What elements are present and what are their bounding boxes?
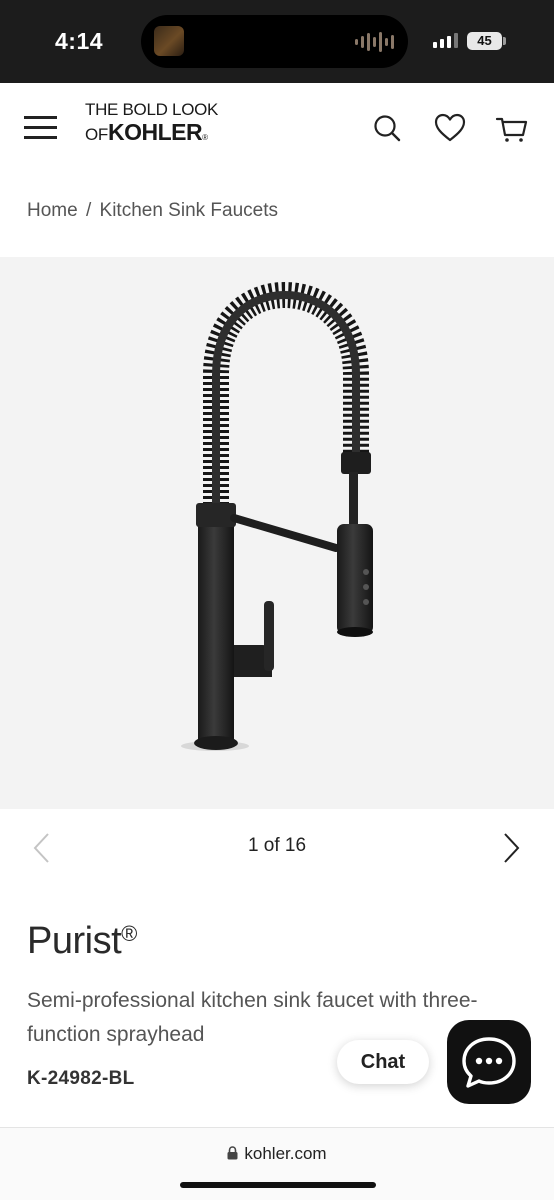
menu-icon[interactable] (24, 114, 57, 140)
home-indicator[interactable] (180, 1182, 376, 1188)
status-time: 4:14 (55, 28, 104, 54)
breadcrumb-home[interactable]: Home (27, 200, 78, 221)
heart-icon[interactable] (433, 111, 467, 145)
cellular-signal-icon (433, 33, 458, 48)
chat-bubble-icon (462, 1037, 516, 1088)
url-text: kohler.com (244, 1144, 327, 1163)
image-counter: 1 of 16 (247, 835, 307, 856)
search-icon[interactable] (370, 111, 404, 145)
breadcrumb-kitchen-sink-faucets[interactable]: Kitchen Sink Faucets (100, 200, 278, 221)
breadcrumb-separator: / (85, 200, 92, 221)
site-header: THE BOLD LOOK OFKOHLER® (0, 83, 554, 173)
logo-wordmark: OFKOHLER® (85, 120, 218, 150)
logo-registered: ® (202, 133, 209, 142)
battery-tip (503, 37, 506, 45)
breadcrumb: Home / Kitchen Sink Faucets (27, 200, 278, 222)
gallery-navigation: 1 of 16 (0, 809, 554, 884)
product-sku: K-24982-BL (27, 1068, 135, 1089)
logo-of: OF (85, 125, 109, 144)
kohler-logo[interactable]: THE BOLD LOOK OFKOHLER® (85, 100, 218, 150)
address-bar[interactable]: kohler.com (0, 1144, 554, 1164)
product-gallery[interactable] (0, 257, 554, 809)
dynamic-island[interactable] (141, 15, 408, 68)
next-image-arrow-icon[interactable] (500, 831, 522, 865)
product-title: Purist® (27, 920, 137, 963)
chat-button[interactable] (447, 1020, 531, 1104)
cart-icon[interactable] (495, 111, 529, 145)
faucet-product-image (181, 281, 373, 751)
chat-label-button[interactable]: Chat (337, 1040, 429, 1084)
browser-bottom-bar: kohler.com (0, 1127, 554, 1200)
audio-waveform-icon (355, 31, 394, 53)
logo-tagline: THE BOLD LOOK (85, 100, 219, 119)
battery-indicator: 45 (467, 32, 502, 50)
status-bar: 4:14 45 (0, 0, 554, 83)
logo-brand: KOHLER (108, 119, 203, 145)
product-registered-mark: ® (121, 921, 137, 946)
now-playing-artwork (154, 26, 184, 56)
product-name: Purist (27, 920, 122, 962)
lock-icon (227, 1146, 238, 1160)
